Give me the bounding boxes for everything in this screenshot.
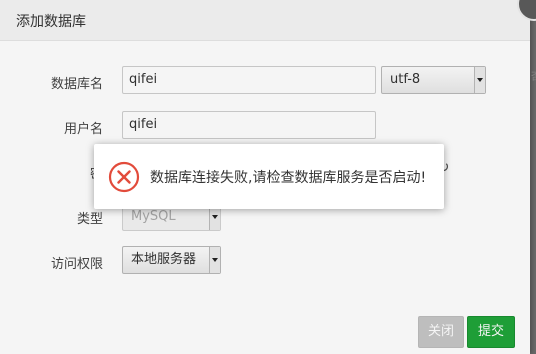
background-text-fragment: 否 (531, 68, 536, 83)
error-alert: 数据库连接失败,请检查数据库服务是否启动! (94, 144, 444, 209)
charset-select[interactable]: utf-8 (381, 66, 486, 94)
dialog-title-bar: 添加数据库 (0, 0, 530, 41)
access-select-value: 本地服务器 (131, 252, 197, 267)
chevron-down-icon (209, 247, 220, 273)
alert-message: 数据库连接失败,请检查数据库服务是否启动! (150, 170, 427, 186)
password-label: 密 (0, 163, 103, 182)
db-name-input[interactable]: qifei (122, 66, 376, 94)
charset-select-value: utf-8 (390, 72, 421, 87)
username-input[interactable]: qifei (122, 111, 376, 139)
access-label: 访问权限 (50, 257, 103, 272)
db-name-label: 数据库名 (50, 77, 103, 92)
error-circle-x-icon (108, 161, 140, 193)
type-label: 类型 (76, 212, 103, 227)
dialog-title: 添加数据库 (16, 14, 86, 30)
chevron-down-icon (474, 67, 485, 93)
username-label: 用户名 (63, 122, 103, 137)
access-select[interactable]: 本地服务器 (122, 246, 221, 274)
submit-button[interactable]: 提交 (467, 316, 515, 348)
close-button[interactable]: 关闭 (418, 316, 464, 348)
type-select-value: MySQL (131, 209, 176, 224)
